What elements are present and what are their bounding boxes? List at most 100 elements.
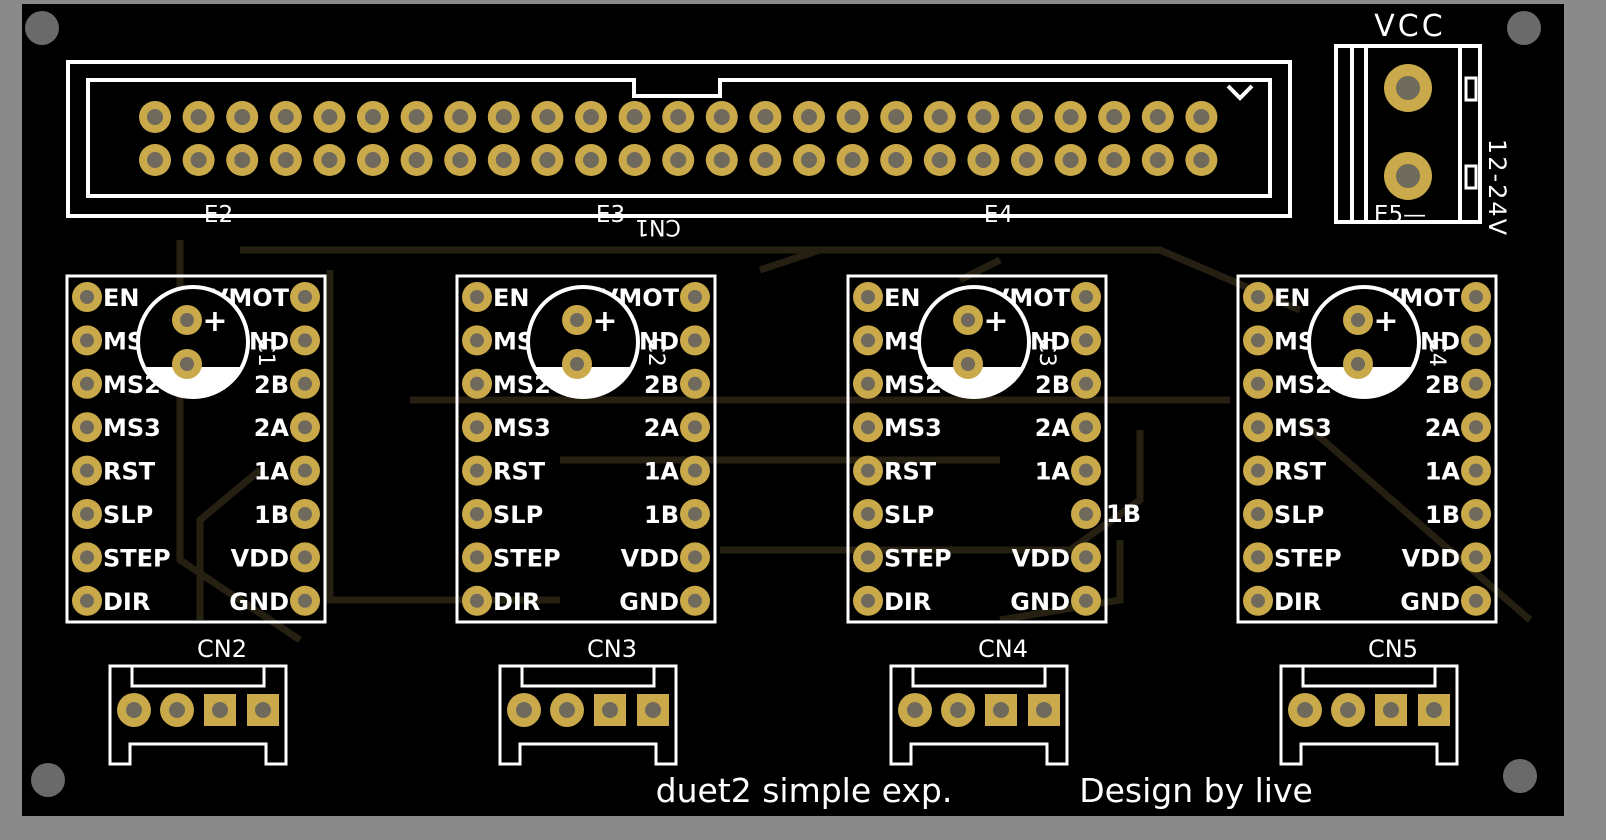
header-pin-hole: [975, 109, 992, 125]
driver-right-pin-label: VDD: [231, 544, 289, 572]
driver-hole-left: [80, 420, 94, 435]
driver-hole-left: [861, 463, 875, 478]
capacitor-polarity: +: [983, 304, 1008, 339]
header-pin-hole: [408, 109, 425, 125]
driver-hole-left: [861, 550, 875, 565]
bank-label-e2: E2—: [204, 202, 256, 228]
header-pin-hole: [670, 109, 687, 125]
driver-hole-right: [688, 550, 702, 565]
driver-left-pin-label: DIR: [884, 588, 931, 616]
header-pin-hole: [801, 109, 817, 125]
mount-hole-bottom-left: [31, 763, 65, 797]
driver-hole-right: [1469, 376, 1483, 391]
driver-hole-right: [1469, 507, 1483, 521]
header-pin-hole: [626, 152, 643, 168]
driver-hole-left: [861, 420, 875, 435]
driver-hole-left: [1251, 290, 1265, 304]
driver-hole-left: [80, 376, 94, 391]
header-pin-hole: [713, 152, 730, 168]
driver-left-pin-label: MS3: [884, 414, 942, 442]
capacitor-designator: C1: [253, 337, 278, 366]
header-pin-hole: [452, 109, 469, 125]
driver-hole-left: [1251, 420, 1265, 435]
header-pin-hole: [234, 152, 251, 168]
driver-hole-right: [1469, 593, 1483, 608]
driver-hole-left: [1251, 376, 1265, 391]
header-pin-hole: [1193, 152, 1210, 168]
driver-right-pin-label: VDD: [1012, 544, 1070, 572]
driver-hole-right: [298, 290, 312, 304]
driver-hole-right: [298, 420, 312, 435]
driver-hole-left: [861, 290, 875, 304]
motor-connector-label: CN5: [1368, 635, 1418, 663]
driver-right-pin-label: 2A: [254, 414, 290, 442]
header-pin-hole: [1062, 109, 1079, 125]
header-pin-hole: [365, 109, 381, 125]
driver-right-pin-label: GND: [619, 588, 679, 616]
header-pin-hole: [1019, 109, 1035, 125]
header-pin-hole: [147, 109, 163, 125]
header-pin-hole: [757, 152, 774, 168]
header-pin-hole: [1149, 152, 1166, 168]
header-pin-hole: [495, 152, 512, 168]
driver-hole-right: [1469, 463, 1483, 478]
driver-right-pin-label: VDD: [1402, 544, 1460, 572]
power-label: E5—: [1374, 202, 1426, 228]
capacitor-designator: C4: [1424, 337, 1449, 366]
driver-left-pin-label: RST: [1274, 458, 1327, 486]
power-title: VCC: [1374, 9, 1445, 44]
header-pin-hole: [975, 152, 992, 168]
header-pin-hole: [190, 109, 207, 125]
header-pin-hole: [888, 109, 905, 125]
driver-hole-left: [1251, 507, 1265, 521]
capacitor-polarity: +: [202, 304, 227, 339]
capacitor-polarity: +: [1373, 304, 1398, 339]
driver-hole-right: [688, 376, 702, 391]
driver-hole-left: [1251, 463, 1265, 478]
driver-hole-left: [1251, 593, 1265, 608]
pcb-board: E2— E3— E4— CN1 VCC E5— 12-24V EN VMOTMS1…: [22, 4, 1564, 816]
header-pin-hole: [757, 109, 774, 125]
driver-hole-right: [1469, 420, 1483, 435]
driver-left-pin-label: SLP: [1274, 501, 1324, 529]
driver-left-pin-label: STEP: [884, 544, 952, 572]
header-title: CN1: [635, 214, 681, 239]
driver-hole-left: [861, 376, 875, 391]
driver-left-pin-label: DIR: [103, 588, 150, 616]
header-pin-hole: [583, 109, 599, 125]
header-pin-hole: [321, 109, 338, 125]
header-pin-hole: [1062, 152, 1079, 168]
driver-hole-right: [1079, 290, 1093, 304]
header-pin-hole: [1193, 109, 1210, 125]
driver-hole-right: [1469, 333, 1483, 348]
driver-hole-right: [688, 593, 702, 608]
driver-left-pin-label: DIR: [1274, 588, 1321, 616]
board-caption: duet2 simple exp.: [656, 771, 953, 810]
driver-right-pin-label: 2A: [1425, 414, 1461, 442]
header-pin-hole: [495, 109, 512, 125]
driver-left-pin-label: STEP: [493, 544, 561, 572]
board-credit: Design by live: [1079, 771, 1313, 810]
driver-hole-right: [1079, 333, 1093, 348]
driver-left-pin-label: STEP: [1274, 544, 1342, 572]
driver-hole-right: [688, 507, 702, 521]
header-pin-hole: [190, 152, 207, 168]
mount-hole-bottom-right: [1503, 759, 1537, 793]
driver-hole-left: [861, 507, 875, 521]
header-pin-hole: [1149, 109, 1166, 125]
driver-hole-right: [1079, 420, 1093, 435]
capacitor-polarity: +: [592, 304, 617, 339]
driver-left-pin-label: EN: [1274, 284, 1310, 312]
driver-right-pin-label: VDD: [621, 544, 679, 572]
header-pin-hole: [713, 109, 730, 125]
power-voltage: 12-24V: [1483, 139, 1511, 237]
header-pin-hole: [801, 152, 817, 168]
header-pin-hole: [408, 152, 425, 168]
header-pin-hole: [931, 109, 948, 125]
driver-hole-left: [80, 550, 94, 565]
driver-right-pin-label: GND: [1400, 588, 1460, 616]
driver-left-pin-label: EN: [884, 284, 920, 312]
driver-left-pin-label: MS3: [1274, 414, 1332, 442]
mount-hole-top-left: [25, 11, 59, 45]
driver-hole-right: [298, 593, 312, 608]
